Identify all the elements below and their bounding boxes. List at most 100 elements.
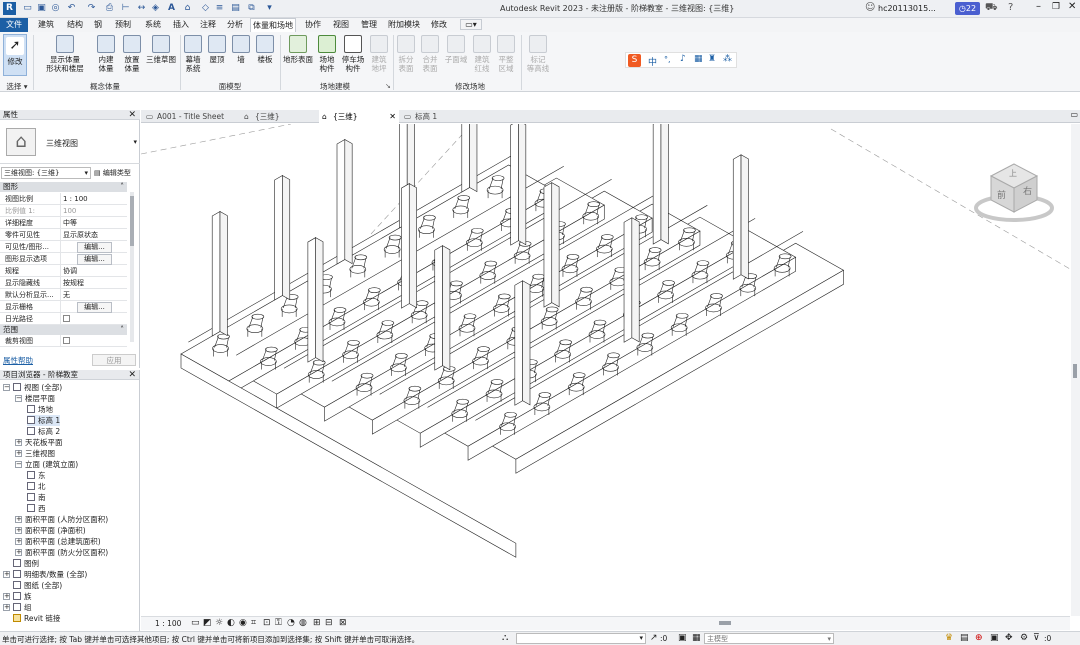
user-icon[interactable]: ☺: [865, 2, 875, 13]
expand-icon[interactable]: +: [3, 604, 10, 611]
tab-collaborate[interactable]: 协作: [300, 18, 326, 32]
drag-elements-icon[interactable]: ✥: [1005, 633, 1013, 643]
browser-node[interactable]: + 三维视图: [15, 448, 55, 459]
building-pad-button[interactable]: 建筑 地坪: [368, 35, 390, 73]
tab-3d-view-active[interactable]: ⌂ {三维} ✕: [319, 110, 399, 123]
reveal-hidden-icon[interactable]: ◍: [299, 618, 307, 628]
user-name[interactable]: hc20113015...: [878, 4, 936, 13]
shadows-icon[interactable]: ◐: [227, 618, 235, 628]
graded-region-button[interactable]: 平整 区域: [495, 35, 517, 73]
place-mass-button[interactable]: 放置 体量: [119, 35, 145, 73]
property-value[interactable]: 协调: [60, 265, 126, 277]
text-icon[interactable]: A: [166, 3, 177, 14]
property-row[interactable]: 日光路径: [0, 313, 127, 325]
tab-precast[interactable]: 预制: [110, 18, 136, 32]
expand-icon[interactable]: +: [15, 439, 22, 446]
close-icon[interactable]: ✕: [128, 370, 136, 380]
revit-logo-icon[interactable]: R: [3, 2, 16, 15]
apply-button[interactable]: 应用: [92, 354, 136, 366]
property-value[interactable]: 按规程: [60, 277, 126, 289]
worksets-icon[interactable]: ⛬: [502, 633, 508, 643]
browser-node[interactable]: − 视图 (全部): [3, 382, 62, 393]
viewcube-top-face[interactable]: 上: [1009, 168, 1017, 179]
browser-node[interactable]: 标高 1: [27, 415, 61, 426]
merge-surface-button[interactable]: 合并 表面: [419, 35, 441, 73]
in-place-mass-button[interactable]: 内建 体量: [93, 35, 119, 73]
modify-button[interactable]: ➚ 修改: [3, 34, 27, 76]
checkbox[interactable]: [63, 315, 70, 322]
viewcube-right-face[interactable]: 右: [1023, 184, 1032, 197]
tab-manage[interactable]: 管理: [356, 18, 382, 32]
browser-node[interactable]: 图例: [3, 558, 39, 569]
show-crop-icon[interactable]: ⊡: [263, 618, 271, 628]
3d-viewport[interactable]: 上 前 右: [141, 124, 1070, 616]
select-links-icon[interactable]: ♛: [945, 633, 953, 643]
expand-icon[interactable]: +: [15, 527, 22, 534]
property-row[interactable]: 显示栅格 编辑...: [0, 301, 127, 313]
property-checkbox[interactable]: [60, 313, 126, 325]
undo-icon[interactable]: ↶: [66, 3, 77, 14]
subregion-button[interactable]: 子面域: [443, 35, 469, 64]
collapse-icon[interactable]: −: [3, 384, 10, 391]
select-underlay-icon[interactable]: ▤: [960, 633, 969, 643]
expand-icon[interactable]: +: [15, 538, 22, 545]
property-row[interactable]: 详细程度 中等: [0, 217, 127, 229]
close-icon[interactable]: ✕: [128, 110, 136, 120]
browser-node[interactable]: Revit 链接: [3, 613, 60, 624]
checkbox[interactable]: [63, 337, 70, 344]
view-scale[interactable]: 1 : 100: [155, 619, 181, 628]
viewcube-front-face[interactable]: 前: [997, 188, 1006, 201]
close-hidden-icon[interactable]: ▤: [230, 3, 241, 14]
customize-qat-icon[interactable]: ▾: [264, 3, 275, 14]
workset-select[interactable]: ▾: [516, 633, 646, 644]
tab-steel[interactable]: 钢: [90, 18, 106, 32]
edit-type-button[interactable]: ▤ 编辑类型: [94, 167, 138, 179]
split-surface-button[interactable]: 拆分 表面: [395, 35, 417, 73]
browser-node[interactable]: 南: [27, 492, 46, 503]
switch-windows-icon[interactable]: ⧉: [246, 3, 257, 14]
model-select[interactable]: 主模型 ▾: [704, 633, 834, 644]
browser-node[interactable]: + 面积平面 (总建筑面积): [15, 536, 101, 547]
property-checkbox[interactable]: [60, 335, 126, 347]
viewport-scrollbar-h-thumb[interactable]: [719, 621, 731, 625]
restore-icon[interactable]: ❐: [1052, 2, 1060, 12]
browser-node[interactable]: + 天花板平面: [15, 437, 63, 448]
property-row[interactable]: 比例值 1: 100: [0, 205, 127, 217]
tab-title-sheet[interactable]: ▭ A001 - Title Sheet: [143, 110, 239, 123]
browser-node[interactable]: + 面积平面 (防火分区面积): [15, 547, 108, 558]
section-extents[interactable]: 范围 ˄: [0, 325, 127, 335]
property-value[interactable]: 1 : 100: [60, 193, 126, 205]
3d-view-icon[interactable]: ⌂: [182, 3, 193, 14]
expand-icon[interactable]: +: [3, 593, 10, 600]
collapse-icon[interactable]: −: [15, 395, 22, 402]
toposurface-button[interactable]: 地形表面: [282, 35, 314, 64]
property-row[interactable]: 视图比例 1 : 100: [0, 193, 127, 205]
close-icon[interactable]: ✕: [1068, 1, 1076, 12]
tab-architecture[interactable]: 建筑: [33, 18, 59, 32]
browser-node[interactable]: 图纸 (全部): [3, 580, 62, 591]
section-icon[interactable]: ◇: [200, 3, 211, 14]
label-contours-button[interactable]: 标记 等高线: [524, 35, 552, 73]
tab-overflow-button[interactable]: ▭▾: [460, 19, 482, 30]
instance-filter-select[interactable]: 三维视图: {三维} ▾: [1, 167, 91, 179]
browser-node[interactable]: + 面积平面 (净面积): [15, 525, 86, 536]
property-row[interactable]: 默认分析显示... 无: [0, 289, 127, 301]
expand-icon[interactable]: +: [3, 571, 10, 578]
property-value[interactable]: 100: [60, 205, 126, 217]
browser-node[interactable]: 标高 2: [27, 426, 60, 437]
site-settings-launcher-icon[interactable]: ↘: [385, 82, 391, 90]
browser-node[interactable]: + 明细表/数量 (全部): [3, 569, 87, 580]
property-row[interactable]: 规程 协调: [0, 265, 127, 277]
filter-icon[interactable]: ⊽: [1033, 633, 1040, 643]
show-mass-button[interactable]: 显示体量 形状和楼层: [40, 35, 90, 73]
browser-node[interactable]: − 立面 (建筑立面): [15, 459, 78, 470]
tab-structure[interactable]: 结构: [62, 18, 88, 32]
tab-systems[interactable]: 系统: [140, 18, 166, 32]
dimension-icon[interactable]: ↔: [136, 3, 147, 14]
help-icon[interactable]: ?: [1008, 2, 1013, 13]
tabs-menu-icon[interactable]: ▭: [1070, 110, 1078, 119]
background-process-icon[interactable]: ⚙: [1020, 633, 1028, 643]
3d-sketch-button[interactable]: 三维草图: [144, 35, 178, 64]
expand-icon[interactable]: +: [15, 549, 22, 556]
viewport-scrollbar-v[interactable]: [1071, 124, 1080, 616]
